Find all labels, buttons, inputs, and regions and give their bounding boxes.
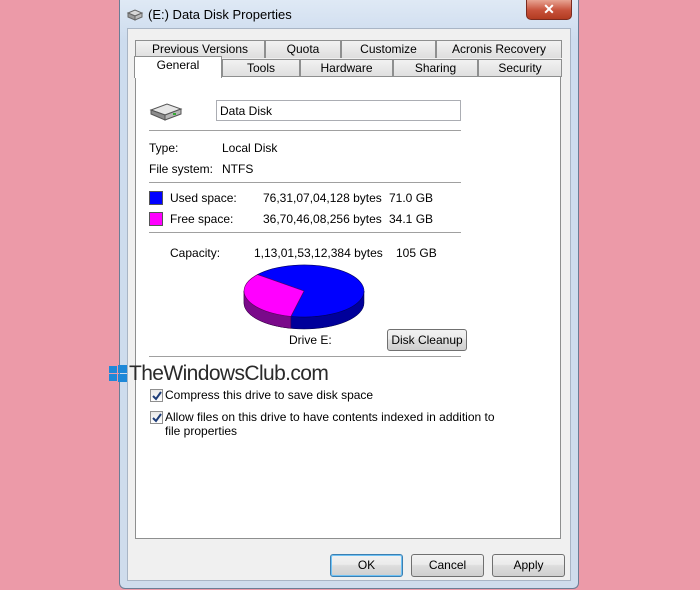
free-space-bytes: 36,70,46,08,256 bytes	[263, 212, 382, 226]
divider	[149, 232, 461, 234]
tab-acronis-recovery[interactable]: Acronis Recovery	[436, 40, 562, 58]
used-space-size: 71.0 GB	[389, 191, 434, 205]
free-space-size: 34.1 GB	[389, 212, 434, 226]
compress-checkbox[interactable]	[150, 389, 163, 402]
divider	[149, 182, 461, 184]
capacity-bytes: 1,13,01,53,12,384 bytes	[254, 246, 383, 260]
tab-label: Quota	[286, 42, 320, 56]
disk-cleanup-button[interactable]: Disk Cleanup	[387, 329, 467, 351]
compress-label: Compress this drive to save disk space	[165, 388, 374, 402]
tab-sharing[interactable]: Sharing	[393, 59, 478, 77]
tab-general[interactable]: General	[134, 56, 222, 78]
index-label-line1: Allow files on this drive to have conten…	[165, 410, 495, 424]
free-space-label: Free space:	[170, 212, 234, 226]
divider	[149, 130, 461, 132]
type-label: Type:	[149, 141, 179, 155]
close-icon: ✕	[543, 1, 555, 17]
watermark-text: TheWindowsClub.com	[129, 362, 329, 385]
index-label-line2: file properties	[165, 424, 238, 438]
windows-logo-icon	[109, 365, 127, 382]
hard-drive-icon	[149, 103, 183, 121]
used-space-bytes: 76,31,07,04,128 bytes	[263, 191, 382, 205]
hard-drive-icon	[126, 9, 144, 21]
title-bar: (E:) Data Disk Properties ✕	[120, 0, 578, 30]
tab-label: Customize	[360, 42, 417, 56]
close-button[interactable]: ✕	[526, 0, 572, 20]
used-space-label: Used space:	[170, 191, 237, 205]
drive-name-input[interactable]: Data Disk	[216, 100, 461, 121]
file-system-label: File system:	[149, 162, 214, 176]
tab-tools[interactable]: Tools	[222, 59, 300, 77]
tab-hardware[interactable]: Hardware	[300, 59, 393, 77]
tab-quota[interactable]: Quota	[265, 40, 341, 58]
tab-customize[interactable]: Customize	[341, 40, 436, 58]
window-title: (E:) Data Disk Properties	[148, 7, 292, 22]
drive-letter-label: Drive E:	[289, 333, 332, 347]
used-space-swatch	[149, 191, 163, 205]
cancel-button[interactable]: Cancel	[411, 554, 484, 577]
tab-label: Acronis Recovery	[451, 42, 547, 56]
general-panel: Data Disk Type: Local Disk File system: …	[135, 76, 561, 539]
disk-usage-pie-chart	[243, 264, 365, 330]
tab-label: Previous Versions	[151, 42, 249, 56]
apply-button[interactable]: Apply	[492, 554, 565, 577]
divider	[149, 356, 461, 358]
properties-window: (E:) Data Disk Properties ✕ Previous Ver…	[119, 0, 579, 589]
tab-label: Tools	[246, 61, 275, 75]
capacity-size: 105 GB	[396, 246, 437, 260]
index-checkbox[interactable]	[150, 411, 163, 424]
tab-label: Sharing	[414, 61, 457, 75]
free-space-swatch	[149, 212, 163, 226]
tab-label: General	[156, 58, 200, 72]
capacity-label: Capacity:	[170, 246, 221, 260]
dialog-client: Previous Versions Quota Customize Acroni…	[127, 28, 571, 581]
tab-label: Hardware	[320, 61, 373, 75]
checkmark-icon	[152, 413, 162, 423]
checkmark-icon	[152, 391, 162, 401]
tab-security[interactable]: Security	[478, 59, 562, 77]
file-system-value: NTFS	[222, 162, 254, 176]
type-value: Local Disk	[222, 141, 278, 155]
tab-label: Security	[498, 61, 542, 75]
ok-button[interactable]: OK	[330, 554, 403, 577]
